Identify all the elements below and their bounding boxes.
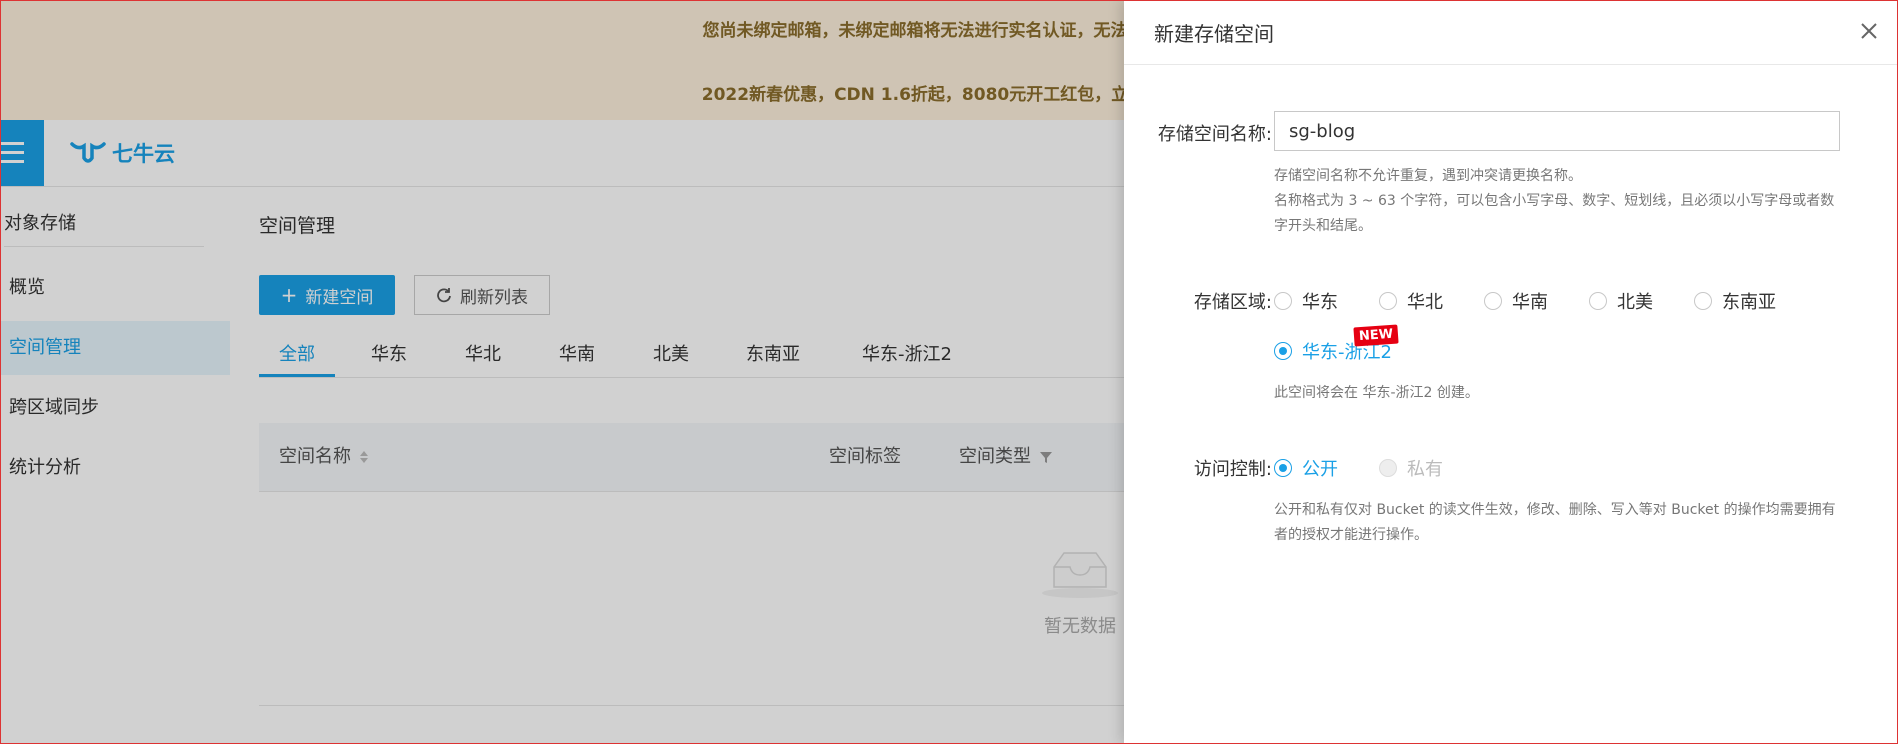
storage-region-label: 存储区域: bbox=[1193, 292, 1272, 313]
region-radio-south-china[interactable]: 华南 bbox=[1484, 288, 1548, 314]
access-hint: 公开和私有仅对 Bucket 的读文件生效，修改、删除、写入等对 Bucket … bbox=[1274, 502, 1836, 543]
radio-label: 华东 bbox=[1302, 292, 1338, 313]
radio-circle bbox=[1589, 292, 1607, 310]
drawer-title: 新建存储空间 bbox=[1154, 22, 1274, 46]
radio-label: 华南 bbox=[1512, 292, 1548, 313]
bucket-name-input[interactable] bbox=[1274, 111, 1840, 151]
radio-circle bbox=[1379, 292, 1397, 310]
access-control-label: 访问控制: bbox=[1193, 459, 1272, 480]
radio-circle bbox=[1274, 459, 1292, 477]
region-radio-north-america[interactable]: 北美 bbox=[1589, 288, 1653, 314]
radio-label: 华北 bbox=[1407, 292, 1443, 313]
radio-circle bbox=[1484, 292, 1502, 310]
region-radio-southeast-asia[interactable]: 东南亚 bbox=[1694, 288, 1776, 314]
close-icon[interactable] bbox=[1854, 16, 1884, 46]
radio-label: 东南亚 bbox=[1722, 292, 1776, 313]
radio-label: 北美 bbox=[1617, 292, 1653, 313]
radio-circle bbox=[1694, 292, 1712, 310]
create-bucket-drawer: 新建存储空间 存储空间名称: 存储空间名称不允许重复，遇到冲突请更换名称。 名称… bbox=[1124, 0, 1898, 744]
new-badge: NEW bbox=[1353, 324, 1399, 347]
region-radio-north-china[interactable]: 华北 bbox=[1379, 288, 1443, 314]
region-radio-east-china[interactable]: 华东 bbox=[1274, 288, 1338, 314]
radio-circle bbox=[1274, 292, 1292, 310]
radio-circle bbox=[1379, 459, 1397, 477]
modal-mask[interactable] bbox=[0, 0, 1124, 744]
bucket-name-hint-2: 名称格式为 3 ~ 63 个字符，可以包含小写字母、数字、短划线，且必须以小写字… bbox=[1274, 193, 1835, 234]
drawer-header: 新建存储空间 bbox=[1124, 0, 1898, 65]
radio-label: 公开 bbox=[1302, 459, 1338, 480]
radio-label: 私有 bbox=[1407, 459, 1443, 480]
radio-circle bbox=[1274, 342, 1292, 360]
bucket-name-hint-1: 存储空间名称不允许重复，遇到冲突请更换名称。 bbox=[1274, 168, 1582, 184]
access-radio-public[interactable]: 公开 bbox=[1274, 455, 1338, 481]
access-radio-private: 私有 bbox=[1379, 455, 1443, 481]
region-hint: 此空间将会在 华东-浙江2 创建。 bbox=[1274, 385, 1479, 401]
bucket-name-label: 存储空间名称: bbox=[1157, 124, 1272, 145]
